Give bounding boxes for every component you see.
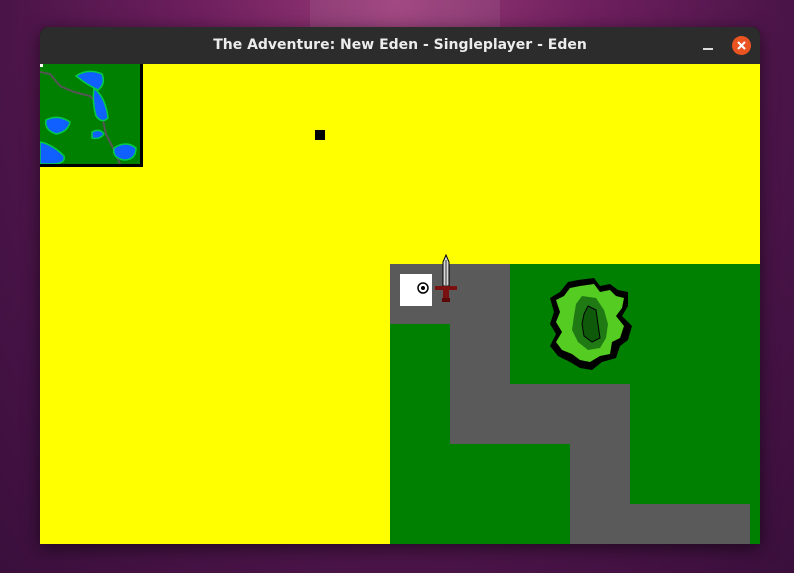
- minimap[interactable]: [40, 64, 143, 167]
- item-dot-icon[interactable]: [315, 130, 325, 140]
- tree-icon[interactable]: [548, 276, 634, 372]
- game-window: The Adventure: New Eden - Singleplayer -…: [40, 27, 760, 544]
- close-icon: [737, 41, 746, 50]
- minimize-button[interactable]: [698, 36, 718, 56]
- title-bar[interactable]: The Adventure: New Eden - Singleplayer -…: [40, 27, 760, 64]
- desktop-background: The Adventure: New Eden - Singleplayer -…: [0, 0, 794, 573]
- road-segment: [570, 504, 750, 544]
- game-canvas[interactable]: [40, 64, 760, 544]
- player-marker-icon[interactable]: [400, 274, 432, 306]
- window-title: The Adventure: New Eden - Singleplayer -…: [213, 37, 587, 53]
- sword-icon[interactable]: [432, 254, 460, 304]
- close-button[interactable]: [732, 36, 751, 55]
